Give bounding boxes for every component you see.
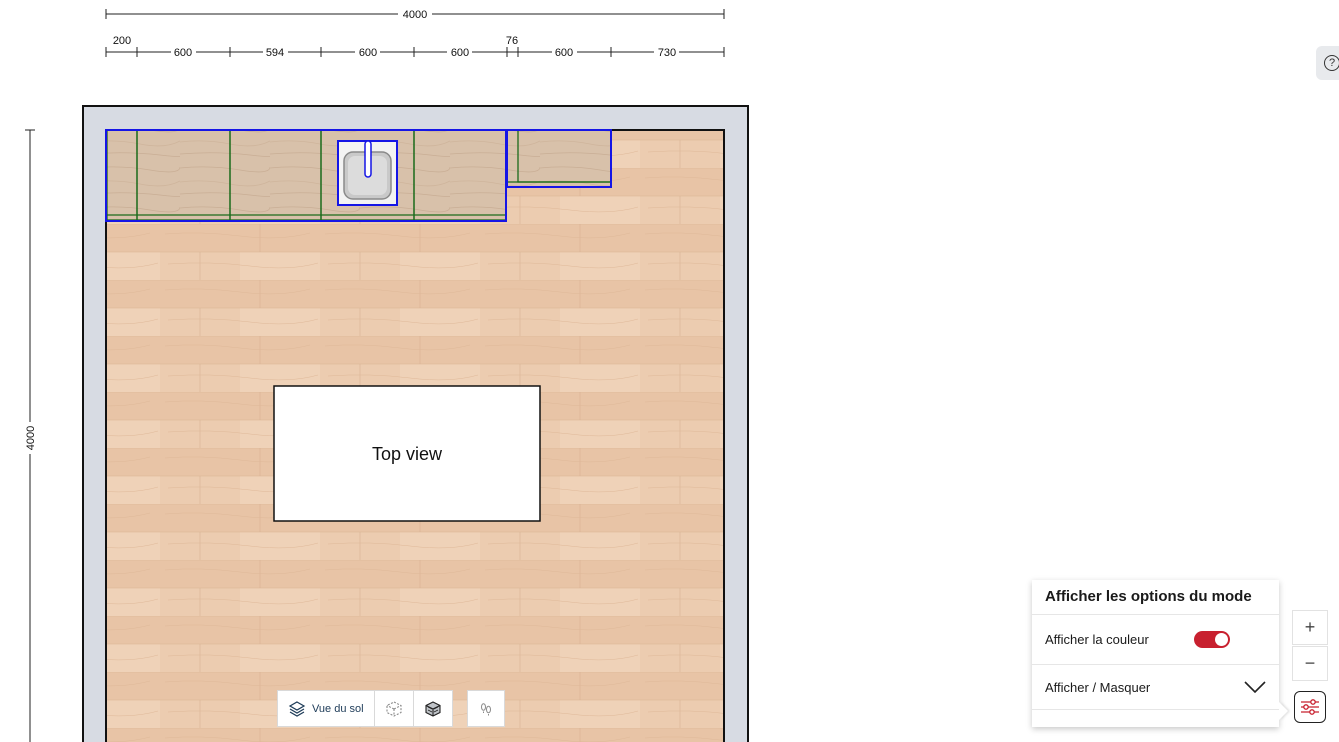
overall-width-label: 4000 bbox=[403, 9, 427, 21]
mode-options-panel: Afficher les options du mode Afficher la… bbox=[1032, 580, 1288, 727]
help-icon: ? bbox=[1324, 55, 1339, 71]
cabinet-run-secondary[interactable] bbox=[506, 129, 612, 188]
segment-label: 600 bbox=[451, 47, 469, 59]
solid-view-button[interactable] bbox=[413, 691, 452, 726]
zoom-in-button[interactable]: + bbox=[1292, 610, 1328, 645]
top-view-box[interactable]: Top view bbox=[273, 385, 541, 522]
panel-pointer bbox=[1279, 702, 1288, 720]
walk-mode-button[interactable] bbox=[467, 691, 504, 726]
show-color-row: Afficher la couleur bbox=[1032, 615, 1279, 665]
segment-label: 76 bbox=[506, 35, 518, 47]
segment-label: 730 bbox=[658, 47, 676, 59]
show-color-label: Afficher la couleur bbox=[1045, 632, 1149, 647]
sliders-icon bbox=[1301, 699, 1319, 715]
footprints-icon bbox=[480, 702, 491, 715]
cabinet-run-main[interactable] bbox=[105, 129, 507, 222]
wireframe-view-button[interactable] bbox=[374, 691, 414, 726]
overall-width-dimension: 4000 bbox=[105, 6, 725, 21]
segment-label: 600 bbox=[555, 47, 573, 59]
chevron-down-icon[interactable] bbox=[1244, 681, 1266, 693]
zoom-out-button[interactable]: − bbox=[1292, 646, 1328, 681]
overall-height-label: 4000 bbox=[25, 426, 37, 450]
show-color-toggle[interactable] bbox=[1194, 631, 1230, 648]
top-view-label: Top view bbox=[372, 444, 443, 464]
walk-group bbox=[466, 690, 505, 727]
show-hide-label: Afficher / Masquer bbox=[1045, 679, 1151, 695]
floor-view-label: Vue du sol bbox=[312, 702, 364, 715]
segment-dimensions: 200 600 594 600 600 76 600 730 bbox=[105, 35, 725, 59]
wireframe-cube-icon bbox=[386, 700, 402, 717]
view-mode-group: Vue du sol bbox=[277, 690, 453, 727]
faucet-icon bbox=[364, 140, 372, 178]
floor-view-button[interactable]: Vue du sol bbox=[278, 691, 375, 726]
overall-height-dimension: 4000 bbox=[22, 129, 38, 742]
segment-label: 200 bbox=[113, 35, 131, 47]
segment-label: 594 bbox=[266, 47, 284, 59]
sink[interactable] bbox=[337, 140, 398, 206]
segment-label: 600 bbox=[174, 47, 192, 59]
help-button[interactable]: ? bbox=[1316, 46, 1339, 80]
show-hide-row[interactable]: Afficher / Masquer bbox=[1032, 665, 1279, 710]
view-toolbar: Vue du sol bbox=[277, 690, 505, 727]
solid-cube-icon bbox=[425, 700, 441, 717]
panel-title: Afficher les options du mode bbox=[1032, 580, 1279, 615]
segment-label: 600 bbox=[359, 47, 377, 59]
mode-options-button[interactable] bbox=[1294, 691, 1326, 723]
floor-layers-icon bbox=[288, 700, 306, 717]
